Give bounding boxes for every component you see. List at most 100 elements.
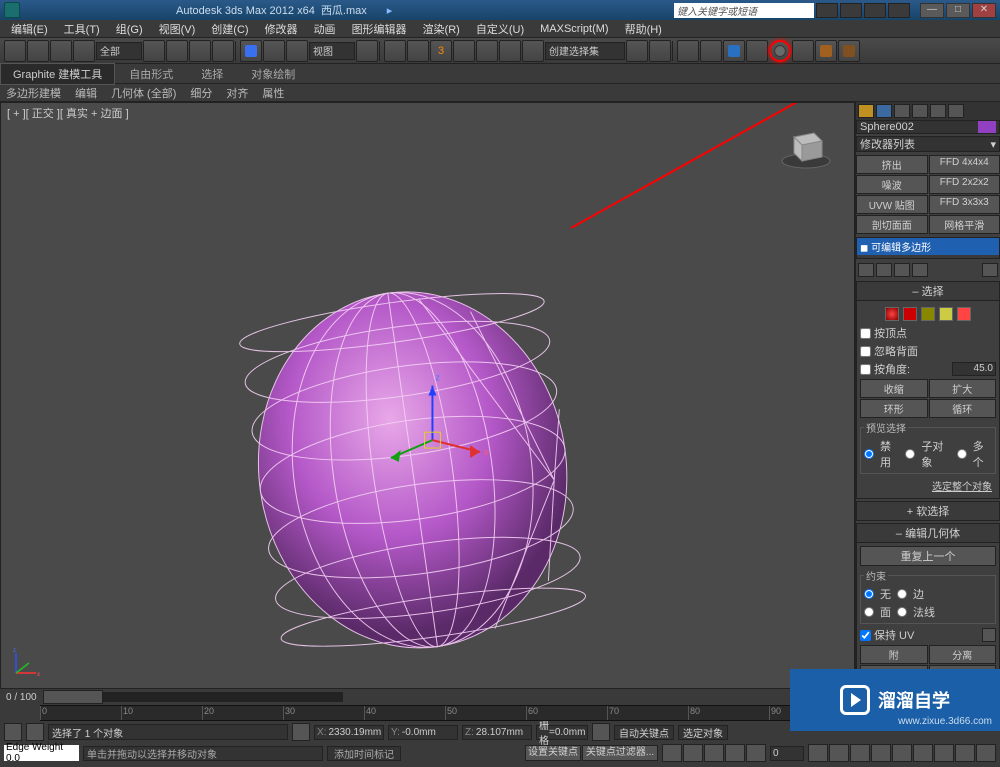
mod-button[interactable]: FFD 3x3x3	[929, 195, 1000, 214]
set-key-button[interactable]: 设置关键点	[525, 745, 581, 761]
pin-stack-icon[interactable]	[858, 263, 874, 277]
maximize-viewport-icon[interactable]	[976, 744, 996, 762]
mod-button[interactable]: 噪波	[856, 175, 928, 194]
play-icon[interactable]	[704, 744, 724, 762]
unlink-icon[interactable]	[73, 40, 95, 62]
scale-icon[interactable]	[286, 40, 308, 62]
constrain-normal-radio[interactable]	[897, 607, 907, 617]
preview-multi-radio[interactable]	[957, 449, 967, 459]
menu-views[interactable]: 视图(V)	[152, 21, 203, 37]
configure-sets-icon[interactable]	[982, 263, 998, 277]
goto-end-icon[interactable]	[746, 744, 766, 762]
fov-icon[interactable]	[913, 744, 933, 762]
modify-tab-icon[interactable]	[876, 104, 892, 118]
minimize-button[interactable]: —	[920, 3, 944, 18]
window-crossing-icon[interactable]	[212, 40, 234, 62]
select-region-icon[interactable]	[189, 40, 211, 62]
border-subobj-icon[interactable]	[921, 307, 935, 321]
coord-x[interactable]: 2330.19mm	[328, 727, 381, 738]
render-iterative-icon[interactable]	[838, 40, 860, 62]
zoom-icon[interactable]	[850, 744, 870, 762]
undo-icon[interactable]	[4, 40, 26, 62]
remove-modifier-icon[interactable]	[912, 263, 928, 277]
render-setup-icon[interactable]	[769, 40, 791, 62]
coord-y[interactable]: -0.0mm	[402, 727, 436, 738]
pan-view-icon[interactable]	[829, 744, 849, 762]
edge-weight-field[interactable]: Edge Weight 0.0	[4, 745, 79, 761]
rendered-frame-icon[interactable]	[792, 40, 814, 62]
rollout-editgeometry[interactable]: – 编辑几何体	[856, 523, 1000, 543]
menu-create[interactable]: 创建(C)	[204, 21, 255, 37]
mod-button[interactable]: 挤出	[856, 155, 928, 174]
preserve-uv-checkbox[interactable]	[860, 630, 871, 641]
by-vertex-checkbox[interactable]	[860, 328, 871, 339]
maximize-button[interactable]: □	[946, 3, 970, 18]
mod-button[interactable]: 剖切面面	[856, 215, 928, 234]
manipulate-icon[interactable]	[384, 40, 406, 62]
mod-button[interactable]: UVW 贴图	[856, 195, 928, 214]
mod-button[interactable]: FFD 4x4x4	[929, 155, 1000, 174]
pan-icon[interactable]	[934, 744, 954, 762]
add-time-tag[interactable]: 添加时间标记	[327, 746, 401, 761]
orbit-icon[interactable]	[955, 744, 975, 762]
mirror-icon[interactable]	[626, 40, 648, 62]
named-selection-dropdown[interactable]: 创建选择集	[545, 42, 625, 60]
ignore-backfacing-checkbox[interactable]	[860, 346, 871, 357]
mod-button[interactable]: 网格平滑	[929, 215, 1000, 234]
align-icon[interactable]	[649, 40, 671, 62]
viewport[interactable]: [ + ][ 正交 ][ 真实 + 边面 ]	[0, 102, 855, 689]
prev-frame-icon[interactable]	[683, 744, 703, 762]
layers-icon[interactable]	[677, 40, 699, 62]
selection-lock-icon[interactable]	[4, 723, 22, 741]
ring-button[interactable]: 环形	[860, 399, 928, 418]
preserve-uv-settings-icon[interactable]	[982, 628, 996, 642]
shrink-button[interactable]: 收缩	[860, 379, 928, 398]
constrain-face-radio[interactable]	[864, 607, 874, 617]
material-editor-icon[interactable]	[746, 40, 768, 62]
zoom-extents-icon[interactable]	[892, 744, 912, 762]
schematic-view-icon[interactable]	[723, 40, 745, 62]
spinner-snap-icon[interactable]	[499, 40, 521, 62]
time-config-icon[interactable]	[808, 744, 828, 762]
stack-item[interactable]: ◼ 可编辑多边形	[857, 238, 999, 255]
make-unique-icon[interactable]	[894, 263, 910, 277]
isolate-icon[interactable]	[26, 723, 44, 741]
mod-button[interactable]: FFD 2x2x2	[929, 175, 1000, 194]
percent-snap-icon[interactable]	[476, 40, 498, 62]
utilities-tab-icon[interactable]	[948, 104, 964, 118]
create-tab-icon[interactable]	[858, 104, 874, 118]
signin-icon[interactable]	[888, 3, 910, 18]
constrain-edge-radio[interactable]	[897, 589, 907, 599]
search-icon[interactable]	[816, 3, 838, 18]
menu-customize[interactable]: 自定义(U)	[469, 21, 531, 37]
move-icon[interactable]	[240, 40, 262, 62]
time-slider[interactable]	[43, 692, 343, 702]
menu-grapheditors[interactable]: 图形编辑器	[345, 21, 414, 37]
angle-input[interactable]: 45.0	[952, 362, 996, 376]
ribbon-selection[interactable]: 选择	[187, 66, 237, 82]
keyboard-shortcut-icon[interactable]	[407, 40, 429, 62]
detach-button[interactable]: 分离	[929, 645, 997, 664]
goto-start-icon[interactable]	[662, 744, 682, 762]
zoom-all-icon[interactable]	[871, 744, 891, 762]
element-subobj-icon[interactable]	[957, 307, 971, 321]
rollout-softselection[interactable]: + 软选择	[856, 501, 1000, 521]
key-mode-icon[interactable]	[592, 723, 610, 741]
edged-faces-icon[interactable]	[522, 40, 544, 62]
menu-help[interactable]: 帮助(H)	[618, 21, 669, 37]
select-icon[interactable]	[143, 40, 165, 62]
close-button[interactable]: ✕	[972, 3, 996, 18]
ribbon-objectpaint[interactable]: 对象绘制	[237, 66, 309, 82]
lock-icon[interactable]	[292, 723, 310, 741]
rotate-icon[interactable]	[263, 40, 285, 62]
redo-icon[interactable]	[27, 40, 49, 62]
menu-group[interactable]: 组(G)	[109, 21, 150, 37]
rollout-selection[interactable]: – 选择	[856, 281, 1000, 301]
show-end-result-icon[interactable]	[876, 263, 892, 277]
next-frame-icon[interactable]	[725, 744, 745, 762]
by-angle-checkbox[interactable]	[860, 364, 871, 375]
app-logo[interactable]	[4, 2, 20, 18]
menu-edit[interactable]: 编辑(E)	[4, 21, 55, 37]
autokey-button[interactable]: 自动关键点	[614, 725, 674, 740]
angle-snap-icon[interactable]	[453, 40, 475, 62]
